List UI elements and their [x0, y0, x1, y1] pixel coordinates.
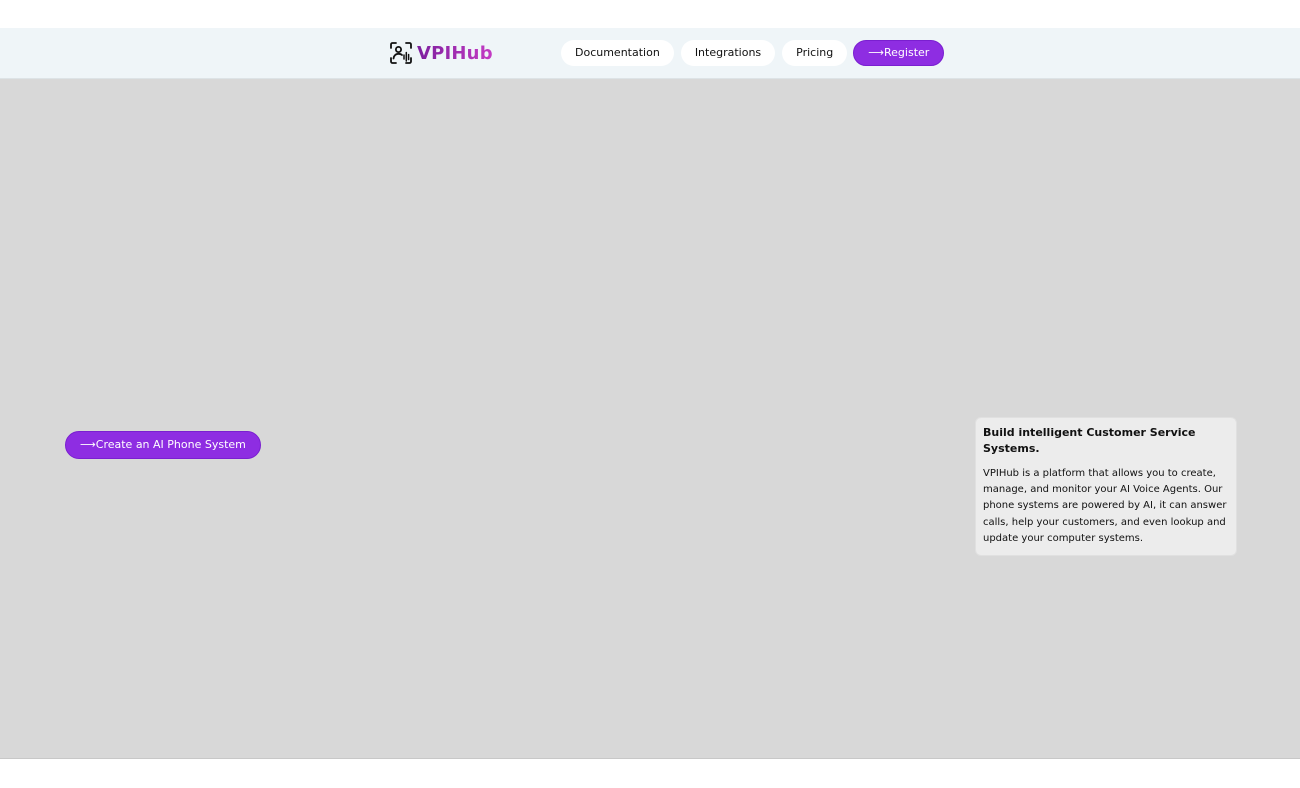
top-navbar: VPIHub Documentation Integrations Pricin… — [0, 28, 1300, 79]
intro-card-body: VPIHub is a platform that allows you to … — [983, 468, 1227, 544]
page: VPIHub Documentation Integrations Pricin… — [0, 0, 1300, 788]
hero-section: ⟶Create an AI Phone System Build intelli… — [0, 79, 1300, 759]
intro-card: Build intelligent Customer Service Syste… — [975, 417, 1237, 557]
create-ai-phone-system-button[interactable]: ⟶Create an AI Phone System — [65, 431, 261, 459]
main-nav: Documentation Integrations Pricing ⟶Regi… — [561, 40, 945, 66]
face-scan-voice-icon — [390, 42, 412, 64]
nav-pricing-link[interactable]: Pricing — [782, 40, 848, 66]
nav-documentation-link[interactable]: Documentation — [561, 40, 674, 66]
register-button[interactable]: ⟶Register — [853, 40, 945, 66]
brand-logo-link[interactable]: VPIHub — [389, 40, 493, 66]
brand-name: VPIHub — [417, 42, 493, 64]
intro-card-title: Build intelligent Customer Service Syste… — [983, 426, 1196, 455]
nav-integrations-link[interactable]: Integrations — [680, 40, 776, 66]
